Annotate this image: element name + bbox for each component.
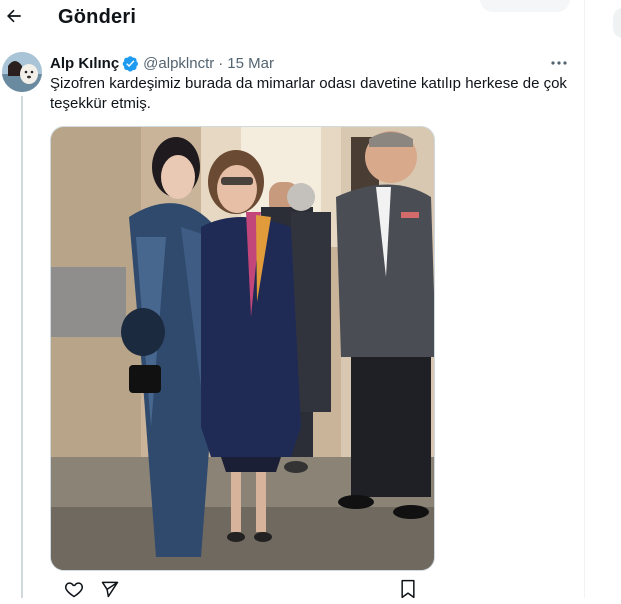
tweet-header: Alp Kılınç @alpklnctr · 15 Mar xyxy=(50,53,274,73)
tweet-text: Şizofren kardeşimiz burada da mimarlar o… xyxy=(50,75,567,112)
more-options-button[interactable] xyxy=(548,52,570,72)
right-search-pill[interactable] xyxy=(613,8,621,38)
main-column: Gönderi Alp Kılınç @alpklnctr · 15 Mar Ş… xyxy=(0,0,585,598)
tweet-date[interactable]: 15 Mar xyxy=(227,55,274,72)
bookmark-icon xyxy=(399,579,417,604)
avatar[interactable] xyxy=(2,52,42,92)
header-ghost-shape xyxy=(480,0,570,12)
more-dots-icon xyxy=(551,53,567,71)
separator-dot: · xyxy=(218,54,224,72)
author-handle[interactable]: @alpklnctr xyxy=(143,55,214,72)
like-button[interactable] xyxy=(62,580,86,602)
right-sidebar xyxy=(585,0,621,598)
bookmark-button[interactable] xyxy=(396,579,420,604)
arrow-left-icon xyxy=(4,6,24,31)
heart-icon xyxy=(64,579,84,604)
author-name[interactable]: Alp Kılınç xyxy=(50,55,119,72)
verified-badge-icon[interactable] xyxy=(122,55,139,72)
thread-line xyxy=(21,96,23,598)
page-title: Gönderi xyxy=(58,6,137,28)
share-icon xyxy=(100,579,120,604)
share-button[interactable] xyxy=(98,580,122,602)
tweet-photo[interactable] xyxy=(50,126,435,571)
top-header: Gönderi xyxy=(0,0,584,38)
tweet-actions xyxy=(50,578,430,600)
back-button[interactable] xyxy=(2,6,26,30)
